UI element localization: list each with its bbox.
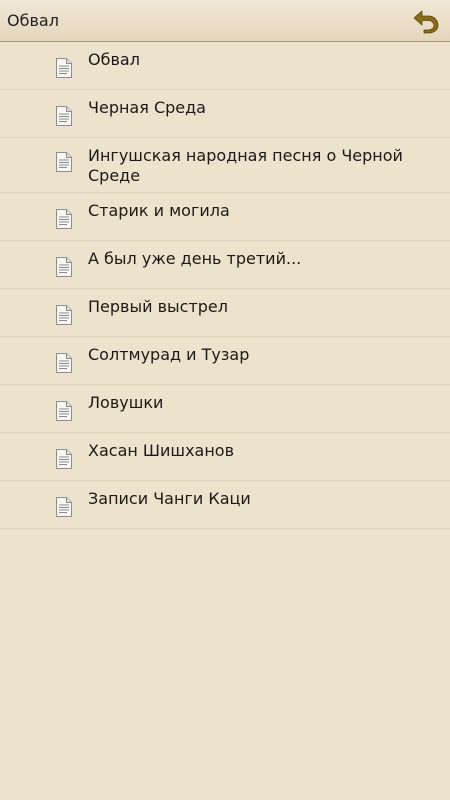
document-icon (56, 497, 72, 517)
list-item-label: А был уже день третий... (88, 249, 302, 268)
back-button[interactable] (410, 6, 442, 36)
list-item[interactable]: Солтмурад и Тузар (0, 337, 450, 385)
document-icon (56, 401, 72, 421)
list-item[interactable]: Ловушки (0, 385, 450, 433)
list-item-label: Солтмурад и Тузар (88, 345, 250, 364)
list-item[interactable]: Первый выстрел (0, 289, 450, 337)
document-icon (56, 152, 72, 172)
undo-arrow-icon (413, 10, 439, 34)
page-title: Обвал (7, 11, 59, 30)
action-bar: Обвал (0, 0, 450, 42)
document-icon (56, 257, 72, 277)
list-item-label: Записи Чанги Каци (88, 489, 251, 508)
list-item-label: Обвал (88, 50, 140, 69)
list-item[interactable]: Ингушская народная песня о Черной Среде (0, 138, 450, 193)
list-item-label: Ингушская народная песня о Черной Среде (88, 146, 403, 185)
list-item-label: Ловушки (88, 393, 164, 412)
app-screen: Обвал Обвал Черная Среда Ингушская народ… (0, 0, 450, 800)
list-item[interactable]: Обвал (0, 42, 450, 90)
document-icon (56, 305, 72, 325)
list-item[interactable]: Записи Чанги Каци (0, 481, 450, 529)
list-item-label: Черная Среда (88, 98, 206, 117)
list-item[interactable]: Старик и могила (0, 193, 450, 241)
document-icon (56, 58, 72, 78)
document-icon (56, 209, 72, 229)
list-item[interactable]: А был уже день третий... (0, 241, 450, 289)
list-item-label: Первый выстрел (88, 297, 228, 316)
document-icon (56, 106, 72, 126)
list-item-label: Старик и могила (88, 201, 230, 220)
chapter-list: Обвал Черная Среда Ингушская народная пе… (0, 42, 450, 529)
document-icon (56, 449, 72, 469)
document-icon (56, 353, 72, 373)
list-item-label: Хасан Шишханов (88, 441, 235, 460)
list-item[interactable]: Черная Среда (0, 90, 450, 138)
list-item[interactable]: Хасан Шишханов (0, 433, 450, 481)
